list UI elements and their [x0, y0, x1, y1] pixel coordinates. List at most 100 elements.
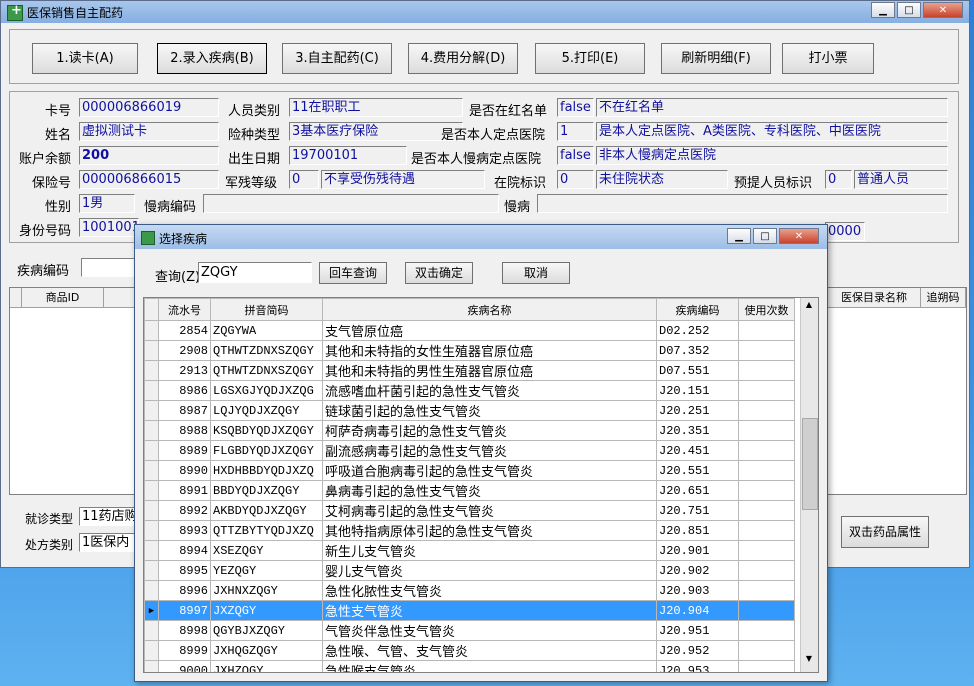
scroll-thumb[interactable] [802, 418, 818, 510]
row-disease-name[interactable]: 链球菌引起的急性支气管炎 [322, 400, 657, 421]
row-serial[interactable]: 8987 [158, 400, 211, 421]
row-use-count[interactable] [738, 540, 795, 561]
dialog-maximize-icon[interactable]: □ [753, 228, 777, 244]
cadre-text-field[interactable]: 普通人员 [854, 170, 948, 189]
row-disease-code[interactable]: D07.551 [656, 360, 739, 381]
col-trace-code[interactable]: 追朔码 [921, 288, 966, 308]
row-use-count[interactable] [738, 580, 795, 601]
row-use-count[interactable] [738, 440, 795, 461]
scroll-up-icon[interactable]: ▲ [802, 300, 816, 314]
row-serial[interactable]: 8989 [158, 440, 211, 461]
designated-text-field[interactable]: 是本人定点医院、A类医院、专科医院、中医医院 [596, 122, 948, 141]
col-product-id[interactable]: 商品ID [22, 288, 104, 308]
row-disease-name[interactable]: 艾柯病毒引起的急性支气管炎 [322, 500, 657, 521]
row-disease-code[interactable]: J20.751 [656, 500, 739, 521]
header-pinyin[interactable]: 拼音简码 [210, 298, 323, 321]
row-serial[interactable]: 2908 [158, 340, 211, 361]
row-disease-name[interactable]: 新生儿支气管炎 [322, 540, 657, 561]
row-serial[interactable]: 8992 [158, 500, 211, 521]
disease-row[interactable]: 8989 FLGBDYQDJXZQGY 副流感病毒引起的急性支气管炎 J20.451 [144, 440, 795, 461]
row-disease-name[interactable]: 急性喉、气管、支气管炎 [322, 640, 657, 661]
cancel-button[interactable]: 取消 [502, 262, 570, 284]
disease-row[interactable]: 2908 QTHWTZDNXSZQGY 其他和未特指的女性生殖器官原位癌 D07.35… [144, 340, 795, 361]
maximize-icon[interactable]: □ [897, 2, 921, 18]
disease-row[interactable]: ▶ 8997 JXZQGY 急性支气管炎 J20.904 [144, 600, 795, 621]
row-disease-code[interactable]: J20.952 [656, 640, 739, 661]
disease-row[interactable]: 8991 BBDYQDJXZQGY 鼻病毒引起的急性支气管炎 J20.651 [144, 480, 795, 501]
row-disease-name[interactable]: 呼吸道合胞病毒引起的急性支气管炎 [322, 460, 657, 481]
drug-attr-button[interactable]: 双击药品属性 [841, 516, 929, 548]
birth-field[interactable]: 19700101 [289, 146, 407, 165]
row-pinyin[interactable]: JXZQGY [210, 600, 323, 621]
row-use-count[interactable] [738, 640, 795, 661]
row-use-count[interactable] [738, 560, 795, 581]
row-use-count[interactable] [738, 520, 795, 541]
row-pinyin[interactable]: JXHZQGY [210, 660, 323, 672]
disease-row[interactable]: 8990 HXDHBBDYQDJXZQ 呼吸道合胞病毒引起的急性支气管炎 J20.55… [144, 460, 795, 481]
dialog-minimize-icon[interactable]: ▁ [727, 228, 751, 244]
row-serial[interactable]: 8996 [158, 580, 211, 601]
row-pinyin[interactable]: HXDHBBDYQDJXZQ [210, 460, 323, 481]
row-disease-name[interactable]: 婴儿支气管炎 [322, 560, 657, 581]
disease-row[interactable]: 2854 ZQGYWA 支气管原位癌 D02.252 [144, 320, 795, 341]
row-serial[interactable]: 8994 [158, 540, 211, 561]
row-disease-name[interactable]: 气管炎伴急性支气管炎 [322, 620, 657, 641]
row-pinyin[interactable]: QGYBJXZQGY [210, 620, 323, 641]
row-pinyin[interactable]: QTHWTZDNXSZQGY [210, 360, 323, 381]
disease-row[interactable]: 8993 QTTZBYTYQDJXZQ 其他特指病原体引起的急性支气管炎 J20.85… [144, 520, 795, 541]
row-disease-name[interactable]: 其他特指病原体引起的急性支气管炎 [322, 520, 657, 541]
balance-field[interactable]: 200 [79, 146, 219, 165]
row-disease-name[interactable]: 流感嗜血杆菌引起的急性支气管炎 [322, 380, 657, 401]
redlist-text-field[interactable]: 不在红名单 [596, 98, 948, 117]
row-disease-name[interactable]: 鼻病毒引起的急性支气管炎 [322, 480, 657, 501]
disease-row[interactable]: 8987 LQJYQDJXZQGY 链球菌引起的急性支气管炎 J20.251 [144, 400, 795, 421]
row-pinyin[interactable]: QTHWTZDNXSZQGY [210, 340, 323, 361]
header-disease-name[interactable]: 疾病名称 [322, 298, 657, 321]
header-disease-code[interactable]: 疾病编码 [656, 298, 739, 321]
disease-row[interactable]: 8996 JXHNXZQGY 急性化脓性支气管炎 J20.903 [144, 580, 795, 601]
self-prescribe-button[interactable]: 3.自主配药(C) [282, 43, 392, 74]
inhospital-text-field[interactable]: 未住院状态 [596, 170, 728, 189]
row-serial[interactable]: 8993 [158, 520, 211, 541]
header-serial[interactable]: 流水号 [158, 298, 211, 321]
disability-text-field[interactable]: 不享受伤残待遇 [321, 170, 485, 189]
row-use-count[interactable] [738, 360, 795, 381]
row-serial[interactable]: 8990 [158, 460, 211, 481]
row-serial[interactable]: 2913 [158, 360, 211, 381]
disease-code-input[interactable] [81, 258, 137, 277]
disease-row[interactable]: 8994 XSEZQGY 新生儿支气管炎 J20.901 [144, 540, 795, 561]
row-serial[interactable]: 8997 [158, 600, 211, 621]
row-disease-name[interactable]: 其他和未特指的男性生殖器官原位癌 [322, 360, 657, 381]
chronic-flag-field[interactable]: false [557, 146, 594, 165]
row-use-count[interactable] [738, 460, 795, 481]
chronic-text-field[interactable]: 非本人慢病定点医院 [596, 146, 948, 165]
print-receipt-button[interactable]: 打小票 [782, 43, 874, 74]
row-serial[interactable]: 8991 [158, 480, 211, 501]
grid-vertical-scrollbar[interactable]: ▲ ▼ [800, 298, 818, 672]
enter-query-button[interactable]: 回车查询 [319, 262, 387, 284]
row-pinyin[interactable]: KSQBDYQDJXZQGY [210, 420, 323, 441]
id-field[interactable]: 1001001 [79, 218, 139, 237]
redlist-flag-field[interactable]: false [557, 98, 594, 117]
row-use-count[interactable] [738, 400, 795, 421]
row-use-count[interactable] [738, 340, 795, 361]
row-disease-name[interactable]: 急性喉支气管炎 [322, 660, 657, 672]
col-catalog-name[interactable]: 医保目录名称 [828, 288, 921, 308]
inhospital-code-field[interactable]: 0 [557, 170, 594, 189]
scroll-down-icon[interactable]: ▼ [802, 654, 816, 668]
row-disease-code[interactable]: J20.551 [656, 460, 739, 481]
id-tail-field[interactable]: 0000 [825, 222, 865, 241]
enter-disease-button[interactable]: 2.录入疾病(B) [157, 43, 267, 74]
row-pinyin[interactable]: FLGBDYQDJXZQGY [210, 440, 323, 461]
cadre-code-field[interactable]: 0 [825, 170, 852, 189]
disease-row[interactable]: 8999 JXHQGZQGY 急性喉、气管、支气管炎 J20.952 [144, 640, 795, 661]
row-disease-code[interactable]: J20.351 [656, 420, 739, 441]
print-button[interactable]: 5.打印(E) [535, 43, 645, 74]
chronic-code-field[interactable] [203, 194, 499, 213]
row-use-count[interactable] [738, 620, 795, 641]
row-pinyin[interactable]: LGSXGJYQDJXZQG [210, 380, 323, 401]
row-disease-name[interactable]: 急性化脓性支气管炎 [322, 580, 657, 601]
row-serial[interactable]: 8999 [158, 640, 211, 661]
row-disease-name[interactable]: 支气管原位癌 [322, 320, 657, 341]
row-disease-code[interactable]: J20.251 [656, 400, 739, 421]
